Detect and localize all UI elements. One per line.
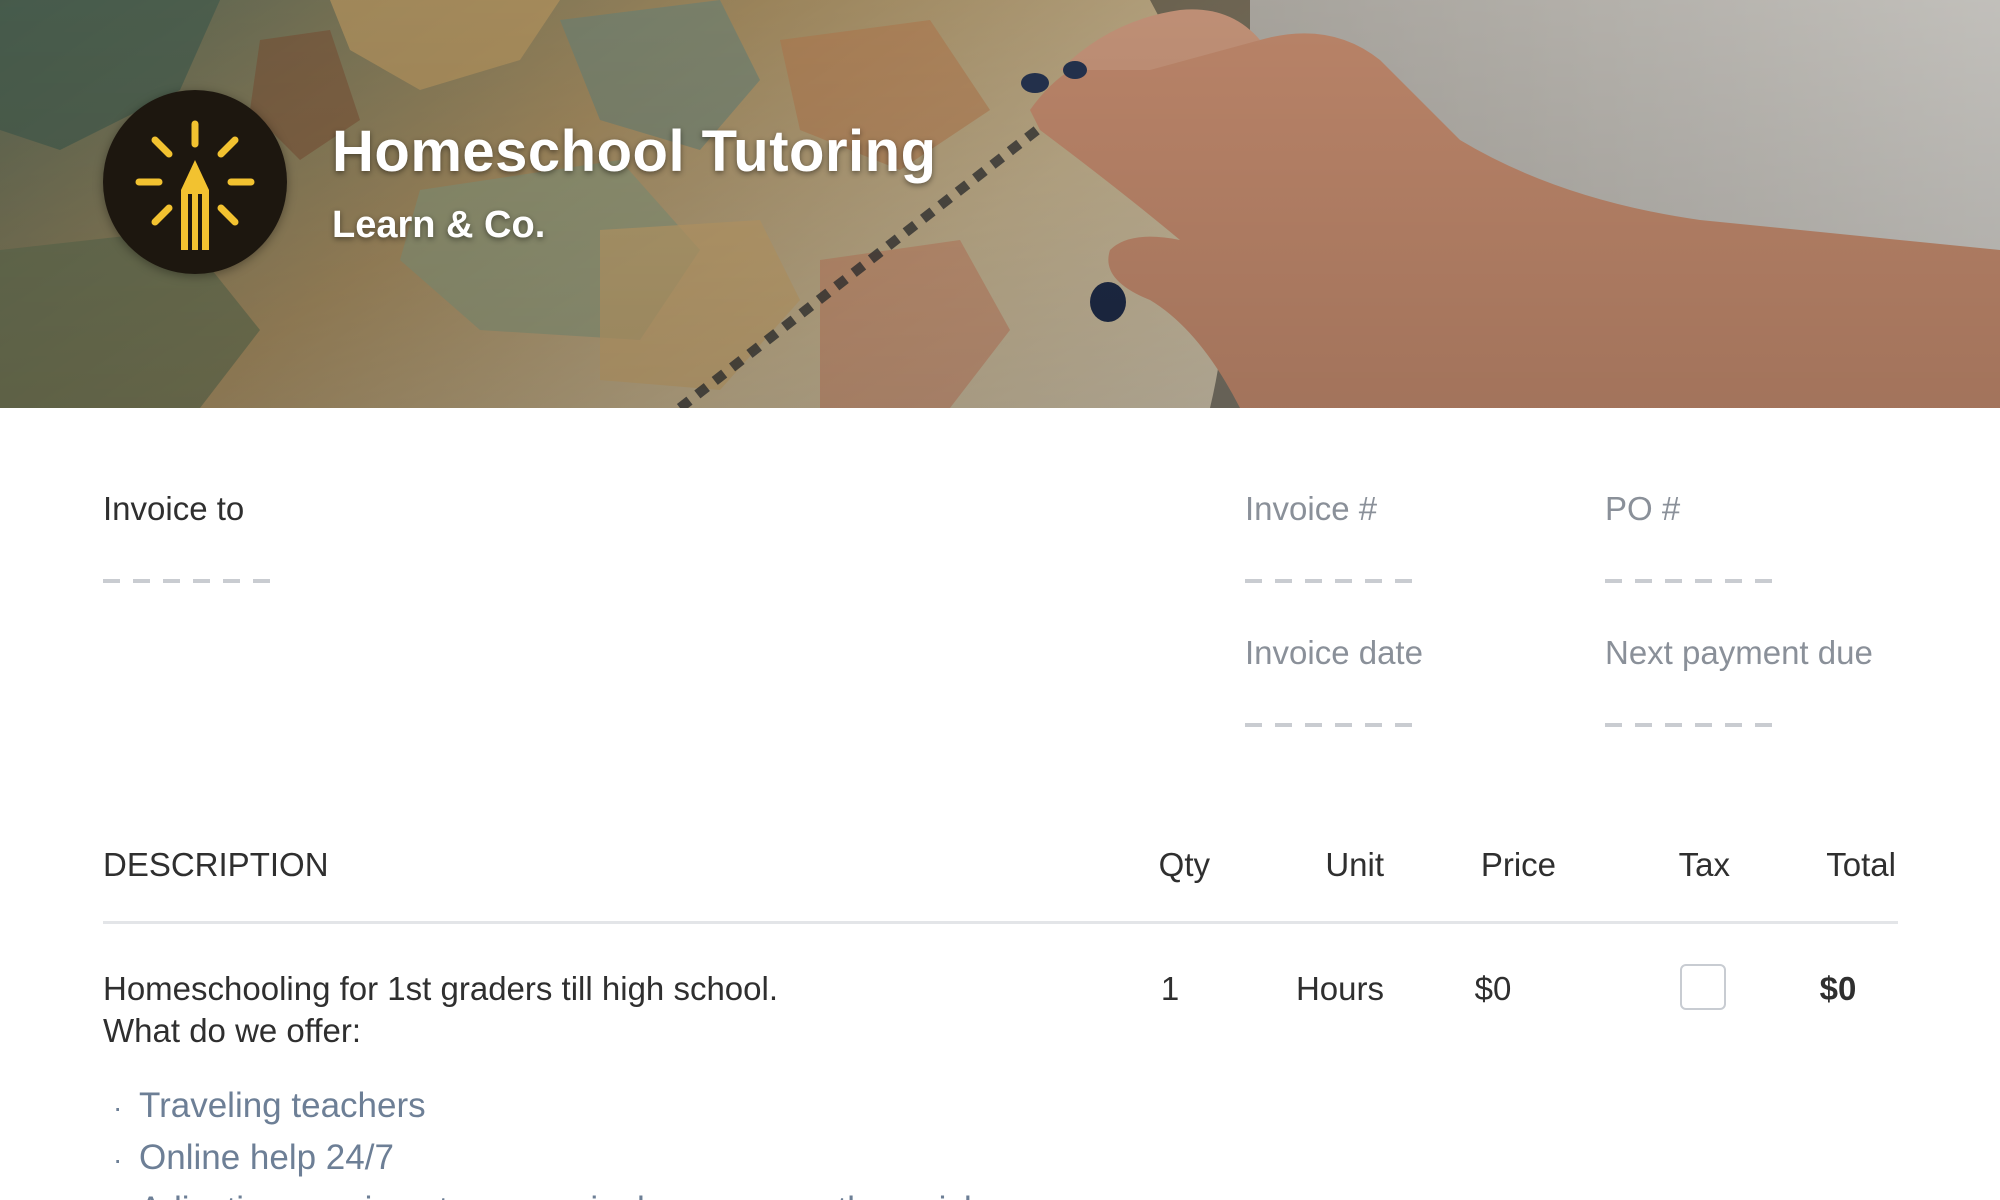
- item-feature-list: ·Traveling teachers ·Online help 24/7 ·A…: [113, 1080, 983, 1200]
- invoice-number-label: Invoice #: [1245, 490, 1378, 527]
- invoice-to-label: Invoice to: [103, 490, 245, 527]
- brand-title: Homeschool Tutoring: [332, 119, 937, 184]
- table-header-divider: [103, 921, 1898, 924]
- column-header-unit: Unit: [1325, 846, 1384, 883]
- tax-checkbox[interactable]: [1680, 964, 1726, 1010]
- column-header-price: Price: [1480, 846, 1556, 883]
- next-payment-due-label: Next payment due: [1605, 634, 1873, 671]
- item-total: $0: [1819, 970, 1857, 1007]
- invoice-date-field[interactable]: [1245, 723, 1415, 727]
- column-header-tax: Tax: [1678, 846, 1730, 883]
- globe-photo-background: [0, 0, 2000, 408]
- invoice-number-field[interactable]: [1245, 579, 1415, 583]
- brand-logo: [103, 90, 287, 274]
- column-header-qty: Qty: [1158, 846, 1210, 883]
- list-item: · Traveling teachers: [113, 1086, 426, 1125]
- pencil-lightbulb-icon: [135, 120, 255, 250]
- invoice-date-label: Invoice date: [1245, 634, 1423, 671]
- item-description-line1: Homeschooling for 1st graders till high …: [103, 970, 779, 1007]
- header-banner: Homeschool Tutoring Learn & Co.: [0, 0, 2000, 408]
- po-number-field[interactable]: [1605, 579, 1775, 583]
- invoice-to-field[interactable]: [103, 579, 273, 583]
- next-payment-due-field[interactable]: [1605, 723, 1775, 727]
- item-description-line2: What do we offer:: [103, 1012, 362, 1049]
- list-item: ·Adjusting sessions to every single pers…: [113, 1184, 983, 1200]
- column-header-total: Total: [1826, 846, 1896, 883]
- item-price[interactable]: $0: [1430, 970, 1556, 1008]
- column-header-description: DESCRIPTION: [103, 846, 329, 883]
- item-unit[interactable]: Hours: [1260, 970, 1384, 1008]
- brand-subtitle: Learn & Co.: [332, 204, 546, 246]
- list-item: · Online help 24/7: [113, 1138, 394, 1177]
- po-number-label: PO #: [1605, 490, 1681, 527]
- item-qty[interactable]: 1: [1130, 970, 1210, 1008]
